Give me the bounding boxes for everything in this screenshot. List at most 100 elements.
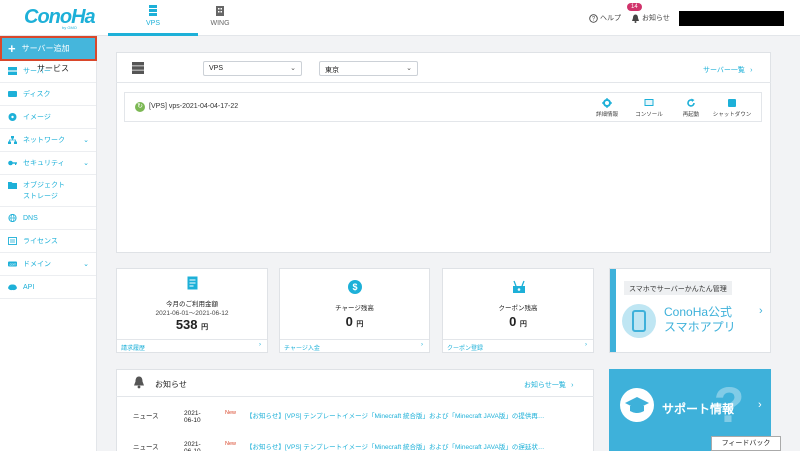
sidebar-item-dns[interactable]: DNS bbox=[0, 207, 96, 230]
sidebar-item-license[interactable]: ライセンス bbox=[0, 230, 96, 253]
currency-unit: 円 bbox=[519, 321, 527, 328]
sidebar-item-label: ディスク bbox=[23, 91, 51, 98]
gear-icon bbox=[602, 98, 612, 108]
tab-wing[interactable]: WING bbox=[175, 0, 265, 36]
action-label: 詳細情報 bbox=[595, 112, 618, 118]
sidebar-item-label: DNS bbox=[23, 214, 38, 222]
console-icon bbox=[644, 99, 654, 106]
top-header: ConoHa by GMO VPS WING ? ヘルプ 14 お知らせ bbox=[0, 0, 800, 36]
chevron-down-icon: ⌄ bbox=[290, 65, 296, 72]
chevron-right-icon: › bbox=[750, 67, 753, 74]
svg-text:.com: .com bbox=[9, 263, 17, 267]
news-list-link[interactable]: お知らせ一覧 › bbox=[524, 380, 573, 390]
coupon-balance-amount: 0 bbox=[509, 314, 517, 329]
sidebar-item-label: イメージ bbox=[23, 114, 51, 121]
mobile-app-heading: スマホでサーバーかんたん管理 bbox=[624, 281, 732, 295]
coupon-register-label: クーポン登録 bbox=[447, 346, 484, 352]
charge-balance-amount: 0 bbox=[345, 314, 353, 329]
billing-history-link[interactable]: 請求履歴 › bbox=[117, 339, 267, 352]
server-list-link[interactable]: サーバー一覧 › bbox=[703, 65, 753, 75]
bell-icon bbox=[134, 376, 144, 389]
news-item[interactable]: ニュース 2021-06-10 New 【お知らせ】[VPS] テンプレートイメ… bbox=[133, 441, 544, 451]
sidebar-item-label: API bbox=[23, 283, 35, 291]
sidebar: + サーバー追加 サーバー ディスク イメージ ネットワーク ⌄ セキュリティ … bbox=[0, 36, 97, 451]
sidebar-item-api[interactable]: API bbox=[0, 276, 96, 299]
feedback-button[interactable]: フィードバック bbox=[711, 436, 781, 451]
chevron-down-icon: ⌄ bbox=[83, 160, 89, 167]
image-icon bbox=[8, 113, 17, 121]
user-account-menu[interactable] bbox=[679, 11, 784, 26]
chevron-right-icon: › bbox=[758, 399, 762, 411]
news-date: 2021-06-10 bbox=[184, 410, 201, 424]
server-name[interactable]: [VPS] vps-2021-04-04-17-22 bbox=[149, 103, 238, 110]
sidebar-item-object-storage[interactable]: オブジェクト ストレージ bbox=[0, 175, 96, 207]
mobile-app-banner[interactable]: スマホでサーバーかんたん管理 ConoHa公式 スマホアプリ › bbox=[609, 268, 771, 353]
charge-balance-value: 0 円 bbox=[280, 314, 429, 329]
monthly-usage-card: 今月のご利用金額 2021-06-01〜2021-06-12 538 円 請求履… bbox=[116, 268, 268, 353]
coupon-register-link[interactable]: クーポン登録 › bbox=[443, 339, 593, 352]
server-icon bbox=[8, 67, 17, 75]
banner-accent-bar bbox=[610, 269, 616, 352]
news-category: ニュース bbox=[133, 444, 159, 451]
chevron-right-icon: › bbox=[421, 342, 423, 348]
new-badge: New bbox=[225, 410, 237, 416]
charge-deposit-link[interactable]: チャージ入金 › bbox=[280, 339, 429, 352]
chevron-down-icon: ⌄ bbox=[83, 261, 89, 268]
coupon-balance-card: クーポン残高 0 円 クーポン登録 › bbox=[442, 268, 594, 353]
news-date: 2021-06-10 bbox=[184, 441, 201, 451]
sidebar-item-security[interactable]: セキュリティ ⌄ bbox=[0, 152, 96, 175]
conoha-logo[interactable]: ConoHa bbox=[24, 6, 96, 29]
dollar-icon: $ bbox=[348, 280, 362, 294]
services-title: サービス bbox=[37, 64, 69, 73]
sidebar-item-label-line2: ストレージ bbox=[23, 192, 58, 200]
news-item-title[interactable]: 【お知らせ】[VPS] テンプレートイメージ「Minecraft 統合版」および… bbox=[246, 441, 596, 451]
restart-icon bbox=[687, 98, 695, 107]
add-server-label: サーバー追加 bbox=[21, 44, 70, 53]
sidebar-item-label: ドメイン bbox=[23, 261, 51, 268]
notification-count-badge: 14 bbox=[627, 3, 642, 11]
disk-icon bbox=[8, 91, 17, 97]
news-item[interactable]: ニュース 2021-06-10 New 【お知らせ】[VPS] テンプレートイメ… bbox=[133, 410, 544, 424]
refresh-status-icon: ↻ bbox=[135, 102, 145, 112]
coupon-balance-value: 0 円 bbox=[443, 314, 593, 329]
server-row[interactable]: ↻ [VPS] vps-2021-04-04-17-22 詳細情報 コンソール … bbox=[124, 92, 762, 122]
server-stack-icon bbox=[132, 62, 144, 74]
news-title: お知らせ bbox=[155, 380, 187, 389]
svg-text:$: $ bbox=[352, 282, 357, 292]
news-item-title[interactable]: 【お知らせ】[VPS] テンプレートイメージ「Minecraft 統合版」および… bbox=[246, 410, 596, 420]
stop-icon bbox=[728, 99, 736, 107]
sidebar-item-disk[interactable]: ディスク bbox=[0, 83, 96, 106]
coupon-balance-title: クーポン残高 bbox=[498, 305, 538, 312]
service-type-value: VPS bbox=[209, 65, 224, 72]
network-icon bbox=[8, 136, 17, 144]
chevron-right-icon: › bbox=[571, 382, 574, 389]
mobile-app-title-line2: スマホアプリ bbox=[664, 320, 736, 334]
notifications-label: お知らせ bbox=[642, 15, 670, 22]
server-stack-icon bbox=[149, 5, 157, 16]
server-shutdown-button[interactable]: シャットダウン bbox=[707, 98, 757, 118]
action-label: 再起動 bbox=[682, 112, 700, 118]
sidebar-item-domain[interactable]: .com ドメイン ⌄ bbox=[0, 253, 96, 276]
notifications-link[interactable]: お知らせ bbox=[631, 13, 670, 23]
sidebar-item-image[interactable]: イメージ bbox=[0, 106, 96, 129]
divider bbox=[116, 396, 594, 397]
service-type-select[interactable]: VPS ⌄ bbox=[203, 61, 302, 76]
building-icon bbox=[216, 6, 224, 16]
sidebar-item-network[interactable]: ネットワーク ⌄ bbox=[0, 129, 96, 152]
sidebar-item-label-wrap: オブジェクト ストレージ bbox=[23, 180, 65, 202]
monthly-usage-value: 538 円 bbox=[117, 317, 267, 332]
charge-balance-card: $ チャージ残高 0 円 チャージ入金 › bbox=[279, 268, 430, 353]
currency-unit: 円 bbox=[201, 324, 209, 331]
help-link[interactable]: ? ヘルプ bbox=[589, 13, 621, 23]
action-label: コンソール bbox=[635, 112, 663, 118]
region-select[interactable]: 東京 ⌄ bbox=[319, 61, 418, 76]
coupon-icon bbox=[513, 280, 525, 293]
add-server-button[interactable]: + サーバー追加 bbox=[0, 36, 97, 61]
divider bbox=[116, 82, 771, 83]
globe-icon bbox=[8, 214, 17, 222]
scrollbar-track[interactable] bbox=[790, 36, 800, 451]
chevron-right-icon: › bbox=[585, 342, 587, 348]
news-category: ニュース bbox=[133, 413, 159, 420]
graduation-cap-icon bbox=[620, 388, 654, 422]
billing-history-label: 請求履歴 bbox=[121, 346, 146, 352]
